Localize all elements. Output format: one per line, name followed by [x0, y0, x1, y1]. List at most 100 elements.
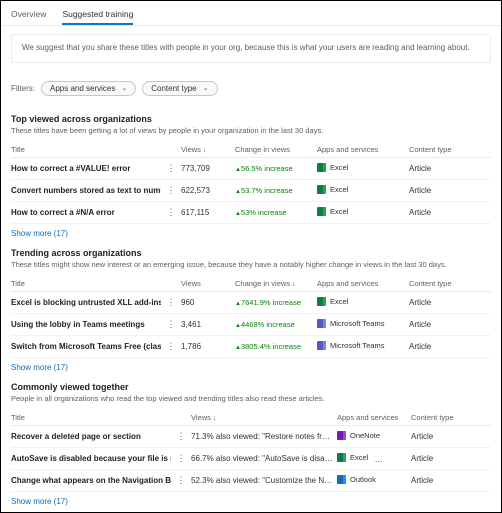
- col-title[interactable]: Title: [11, 145, 161, 154]
- row-title: How to correct a #N/A error: [11, 208, 161, 217]
- col-viewsp[interactable]: Views↓: [191, 413, 333, 422]
- table-row[interactable]: AutoSave is disabled because your file i…: [11, 448, 491, 470]
- table-row[interactable]: Change what appears on the Navigation Ba…: [11, 470, 491, 492]
- excel-icon: [317, 297, 326, 306]
- excel-icon: [317, 185, 326, 194]
- app-tag: Microsoft Teams: [317, 341, 384, 350]
- row-apps: Excel PowerPoint Wo…: [337, 453, 407, 464]
- col-title[interactable]: Title: [11, 279, 161, 288]
- app-tag: Microsoft Teams: [317, 319, 384, 328]
- row-ctype: Article: [409, 208, 463, 217]
- teams-icon: [317, 319, 326, 328]
- row-change: 53.7% increase: [241, 186, 293, 195]
- row-views: 622,573: [181, 186, 231, 195]
- table-row[interactable]: Convert numbers stored as text to number…: [11, 180, 491, 202]
- row-change: 3805.4% increase: [241, 342, 301, 351]
- filter-bar: Filters: Apps and services ⌄ Content typ…: [1, 63, 501, 106]
- suggestion-text: We suggest that you share these titles w…: [22, 43, 470, 52]
- table-header: Title Views↓ Apps and services Content t…: [11, 409, 491, 426]
- table-row[interactable]: Recover a deleted page or section ⋮ 71.3…: [11, 426, 491, 448]
- col-views[interactable]: Views↓: [181, 145, 231, 154]
- show-more-link[interactable]: Show more (17): [11, 224, 491, 240]
- row-ctype: Article: [409, 298, 463, 307]
- more-icon[interactable]: ⋮: [165, 185, 177, 196]
- row-title: Recover a deleted page or section: [11, 432, 171, 441]
- sort-desc-icon: ↓: [213, 415, 217, 422]
- col-views[interactable]: Views: [181, 279, 231, 288]
- col-change[interactable]: Change in views↓: [235, 279, 313, 288]
- filter-apps-label: Apps and services: [50, 84, 115, 93]
- col-title[interactable]: Title: [11, 413, 171, 422]
- tab-overview[interactable]: Overview: [11, 5, 46, 25]
- col-apps[interactable]: Apps and services: [317, 145, 405, 154]
- show-more-link[interactable]: Show more (17): [11, 492, 491, 508]
- teams-icon: [317, 341, 326, 350]
- table-row[interactable]: How to correct a #VALUE! error ⋮ 773,709…: [11, 158, 491, 180]
- row-ctype: Article: [409, 342, 463, 351]
- section-title: Commonly viewed together: [11, 382, 491, 392]
- table-row[interactable]: Switch from Microsoft Teams Free (classi…: [11, 336, 491, 358]
- table-row[interactable]: Excel is blocking untrusted XLL add-ins …: [11, 292, 491, 314]
- more-icon[interactable]: ⋮: [175, 453, 187, 464]
- filter-ctype-label: Content type: [151, 84, 196, 93]
- section-subtitle: These titles might show new interest or …: [11, 260, 491, 269]
- row-views: 773,709: [181, 164, 231, 173]
- row-title: Convert numbers stored as text to number…: [11, 186, 161, 195]
- powerpoint-icon: [375, 453, 384, 462]
- row-also-viewed: 66.7% also viewed: "AutoSave is disabled…: [191, 454, 333, 463]
- table-header: Title Views Change in views↓ Apps and se…: [11, 275, 491, 292]
- row-ctype: Article: [409, 320, 463, 329]
- row-title: Change what appears on the Navigation Ba…: [11, 476, 171, 485]
- show-more-link[interactable]: Show more (17): [11, 358, 491, 374]
- app-tag: Outlook: [337, 475, 376, 484]
- row-views: 1,786: [181, 342, 231, 351]
- more-icon[interactable]: ⋮: [165, 319, 177, 330]
- section-title: Trending across organizations: [11, 248, 491, 258]
- row-change: 4468% increase: [241, 320, 295, 329]
- more-icon[interactable]: ⋮: [165, 297, 177, 308]
- col-ctype[interactable]: Content type: [411, 413, 459, 422]
- row-ctype: Article: [411, 476, 459, 485]
- excel-icon: [337, 453, 346, 462]
- col-ctype[interactable]: Content type: [409, 145, 463, 154]
- row-also-viewed: 52.3% also viewed: "Customize the Naviga…: [191, 476, 333, 485]
- more-icon[interactable]: ⋮: [175, 431, 187, 442]
- table-row[interactable]: How to correct a #N/A error ⋮ 617,115 53…: [11, 202, 491, 224]
- section-subtitle: These titles have been getting a lot of …: [11, 126, 491, 135]
- more-icon[interactable]: ⋮: [165, 341, 177, 352]
- col-apps[interactable]: Apps and services: [337, 413, 407, 422]
- row-views: 617,115: [181, 208, 231, 217]
- col-change[interactable]: Change in views: [235, 145, 313, 154]
- chevron-down-icon: ⌄: [203, 84, 209, 92]
- col-apps[interactable]: Apps and services: [317, 279, 405, 288]
- table-row[interactable]: Using the lobby in Teams meetings ⋮ 3,46…: [11, 314, 491, 336]
- row-change: 53% increase: [241, 208, 286, 217]
- app-tag: Excel: [337, 453, 368, 462]
- section-title: Top viewed across organizations: [11, 114, 491, 124]
- col-ctype[interactable]: Content type: [409, 279, 463, 288]
- sort-desc-icon: ↓: [292, 281, 296, 288]
- section-subtitle: People in all organizations who read the…: [11, 394, 491, 403]
- row-change: 56.5% increase: [241, 164, 293, 173]
- filter-apps-services[interactable]: Apps and services ⌄: [41, 81, 136, 96]
- more-icon[interactable]: ⋮: [165, 207, 177, 218]
- tab-suggested-training[interactable]: Suggested training: [62, 5, 133, 25]
- outlook-icon: [337, 475, 346, 484]
- row-also-viewed: 71.3% also viewed: "Restore notes from a…: [191, 432, 333, 441]
- table-header: Title Views↓ Change in views Apps and se…: [11, 141, 491, 158]
- row-title: Switch from Microsoft Teams Free (classi…: [11, 342, 161, 351]
- row-change: 7641.9% increase: [241, 298, 301, 307]
- more-icon[interactable]: ⋮: [165, 163, 177, 174]
- row-ctype: Article: [409, 164, 463, 173]
- row-title: AutoSave is disabled because your file i…: [11, 454, 171, 463]
- more-icon[interactable]: ⋮: [175, 475, 187, 486]
- onenote-icon: [337, 431, 346, 440]
- excel-icon: [317, 163, 326, 172]
- row-ctype: Article: [411, 432, 459, 441]
- section-commonly-viewed: Commonly viewed together People in all o…: [1, 374, 501, 508]
- app-tag: OneNote: [337, 431, 380, 440]
- filter-content-type[interactable]: Content type ⌄: [142, 81, 217, 96]
- app-tag: Excel: [317, 297, 348, 306]
- row-title: Excel is blocking untrusted XLL add-ins …: [11, 298, 161, 307]
- chevron-down-icon: ⌄: [121, 84, 127, 92]
